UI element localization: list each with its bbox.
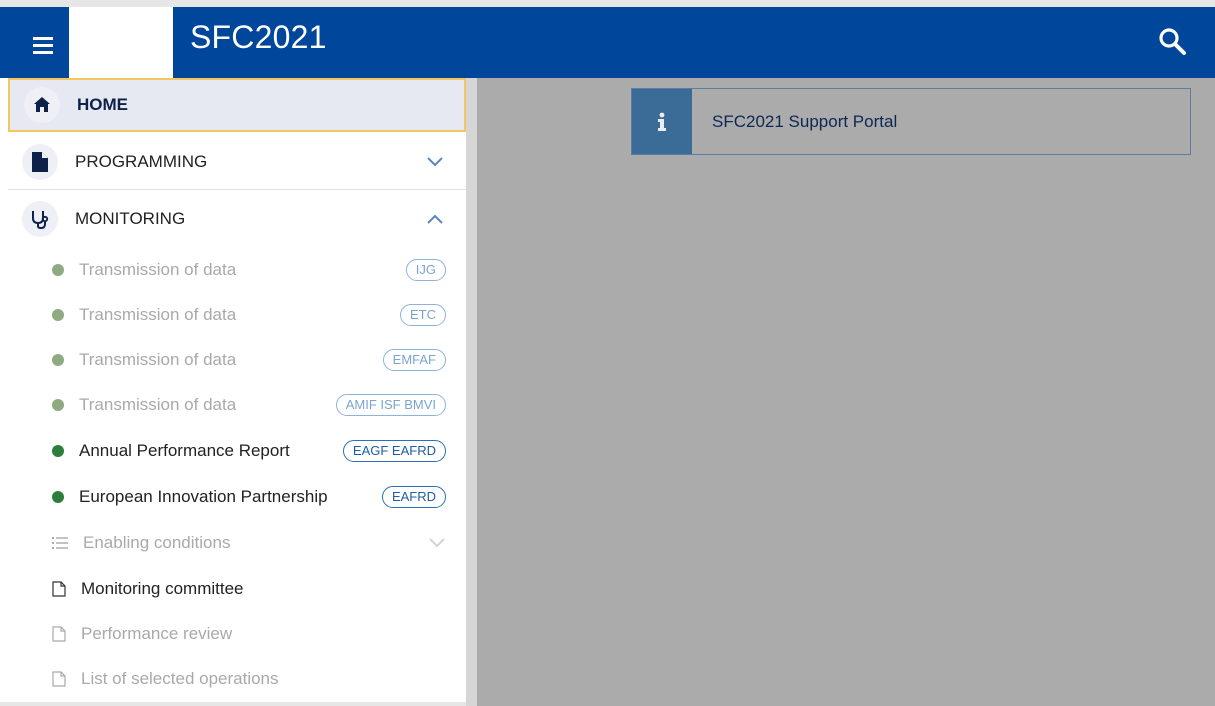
monitoring-item-label: Annual Performance Report <box>79 441 290 460</box>
chevron-down-icon[interactable] <box>428 537 446 549</box>
list-icon <box>52 537 68 549</box>
sidebar-divider <box>0 702 466 706</box>
fund-badge: IJG <box>405 259 446 281</box>
monitoring-item-label: Enabling conditions <box>83 533 231 552</box>
document-outline-icon <box>52 671 66 687</box>
monitoring-item-monitoring-committee[interactable]: Monitoring committee <box>52 566 446 612</box>
document-outline-icon <box>52 581 66 597</box>
fund-badge: EMFAF <box>382 349 446 371</box>
status-dot <box>52 354 64 366</box>
document-icon <box>22 143 58 180</box>
app-title: SFC2021 <box>190 19 327 55</box>
support-portal-link[interactable]: SFC2021 Support Portal <box>712 112 897 132</box>
monitoring-item-list-of-selected-operations[interactable]: List of selected operations <box>52 656 446 702</box>
sidebar-item-label: HOME <box>77 95 128 114</box>
monitoring-item-label: European Innovation Partnership <box>79 487 328 506</box>
fund-badge: ETC <box>400 304 446 326</box>
monitoring-item-transmission-emfaf[interactable]: Transmission of data EMFAF <box>52 337 446 383</box>
monitoring-item-transmission-amif[interactable]: Transmission of data AMIF ISF BMVI <box>52 382 446 428</box>
fund-badge: EAGF EAFRD <box>342 440 446 462</box>
monitoring-item-european-innovation-partnership[interactable]: European Innovation Partnership EAFRD <box>52 474 446 520</box>
monitoring-item-annual-performance-report[interactable]: Annual Performance Report EAGF EAFRD <box>52 428 446 474</box>
monitoring-item-label: List of selected operations <box>81 669 279 688</box>
document-outline-icon <box>52 626 66 642</box>
search-icon[interactable] <box>1158 27 1188 57</box>
monitoring-item-label: Transmission of data <box>79 260 237 279</box>
status-dot <box>52 491 64 503</box>
info-icon <box>632 89 692 154</box>
sidebar-item-label: MONITORING <box>75 209 186 228</box>
monitoring-item-label: Performance review <box>81 624 233 643</box>
status-dot <box>52 309 64 321</box>
sidebar-scroll-edge <box>466 78 477 706</box>
top-bar: SFC2021 <box>0 0 1215 78</box>
monitoring-item-label: Transmission of data <box>79 305 237 324</box>
home-icon <box>24 87 60 123</box>
monitoring-item-performance-review[interactable]: Performance review <box>52 611 446 657</box>
monitoring-item-label: Monitoring committee <box>81 579 244 598</box>
support-portal-banner[interactable]: SFC2021 Support Portal <box>631 88 1191 155</box>
monitoring-item-label: Transmission of data <box>79 350 237 369</box>
sidebar-item-programming[interactable]: PROGRAMMING <box>8 134 466 190</box>
fund-badge: EAFRD <box>381 486 446 508</box>
menu-icon[interactable] <box>20 37 64 65</box>
stethoscope-icon <box>22 201 58 237</box>
chevron-down-icon[interactable] <box>426 156 444 168</box>
sidebar-item-label: PROGRAMMING <box>75 151 208 171</box>
status-dot <box>52 264 64 276</box>
monitoring-item-label: Transmission of data <box>79 395 237 414</box>
monitoring-item-transmission-ijg[interactable]: Transmission of data IJG <box>52 247 446 293</box>
status-dot <box>52 399 64 411</box>
chevron-up-icon[interactable] <box>426 213 444 225</box>
status-dot <box>52 445 64 457</box>
sidebar-item-monitoring[interactable]: MONITORING <box>8 191 466 247</box>
monitoring-item-enabling-conditions[interactable]: Enabling conditions <box>52 520 446 566</box>
fund-badge: AMIF ISF BMVI <box>335 394 446 416</box>
sidebar-nav: HOME PROGRAMMING MONITORING Transmission… <box>0 78 466 706</box>
sidebar-item-home[interactable]: HOME <box>8 78 466 132</box>
logo <box>69 7 173 78</box>
monitoring-item-transmission-etc[interactable]: Transmission of data ETC <box>52 292 446 338</box>
